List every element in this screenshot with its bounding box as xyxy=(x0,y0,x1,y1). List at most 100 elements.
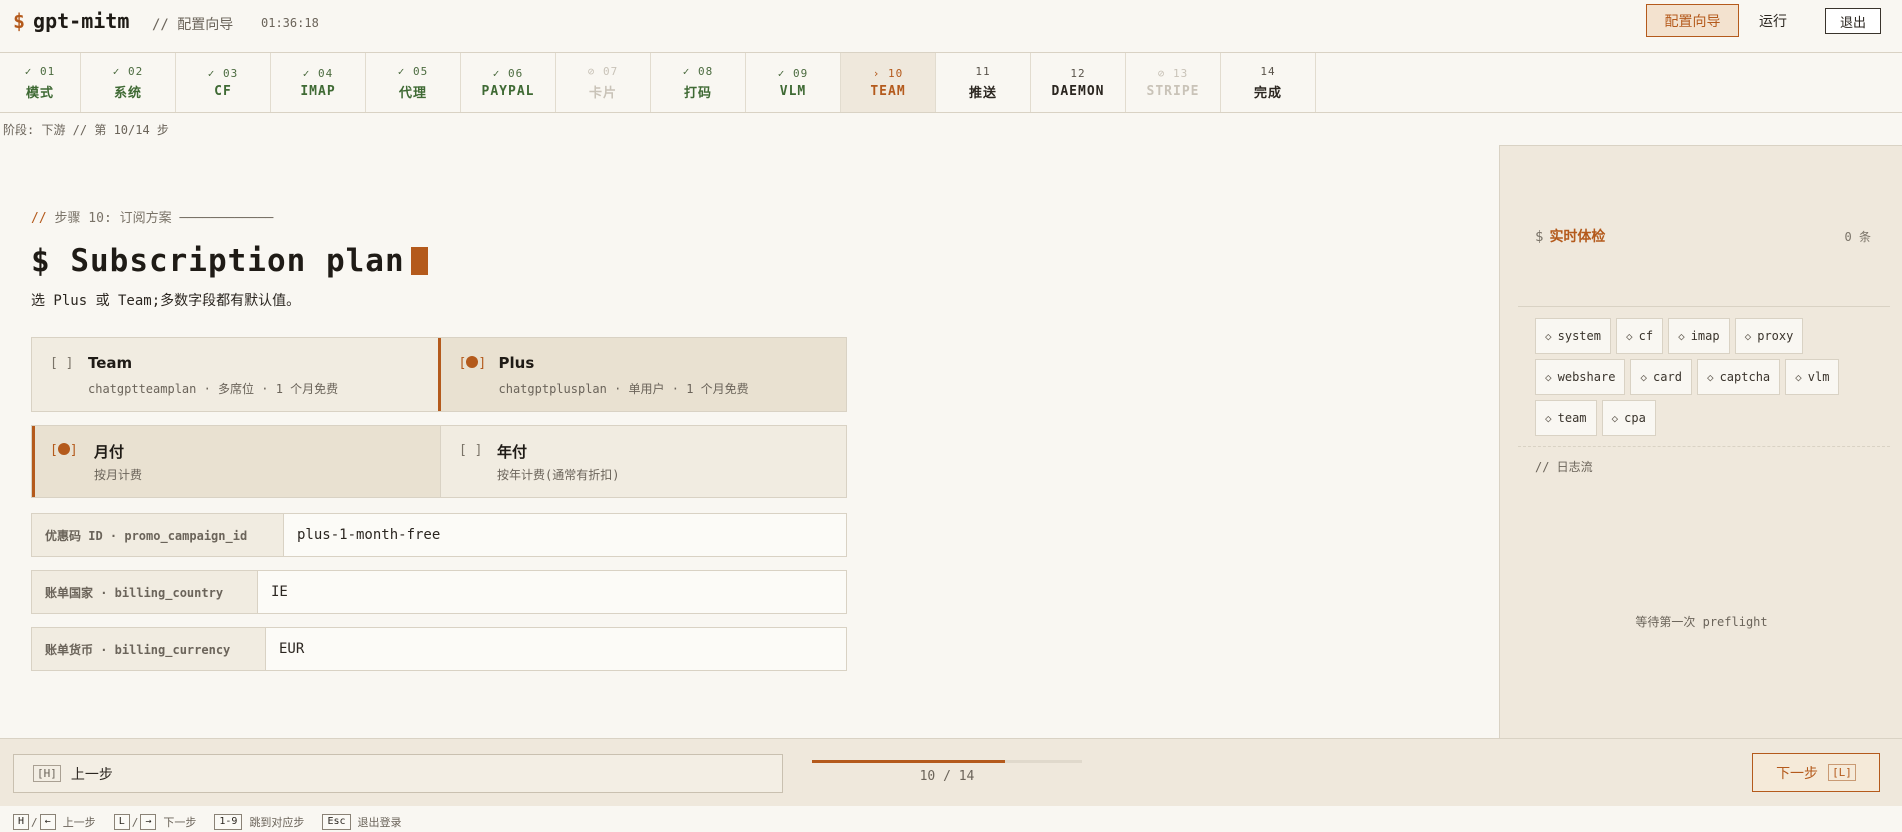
diamond-icon: ◇ xyxy=(1625,329,1633,343)
billing-country-input[interactable]: IE xyxy=(258,571,846,613)
check-chip[interactable]: ◇ imap xyxy=(1668,318,1730,354)
check-chip[interactable]: ◇ system xyxy=(1535,318,1611,354)
diamond-icon: ◇ xyxy=(1795,370,1802,384)
check-chip[interactable]: ◇ vlm xyxy=(1785,359,1840,395)
key-cap: → xyxy=(140,814,157,830)
check-count: 0 条 xyxy=(1844,230,1871,244)
diamond-icon: ◇ xyxy=(1706,370,1714,384)
step-tab-03[interactable]: ✓ 03 CF xyxy=(176,53,271,112)
step-label: TEAM xyxy=(870,83,906,99)
billing-title: 月付 xyxy=(94,443,125,461)
step-tab-13: ⊘ 13 STRIPE xyxy=(1126,53,1221,112)
plan-title: Team xyxy=(88,354,133,372)
plan-description: chatgptplusplan · 单用户 · 1 个月免费 xyxy=(498,382,749,396)
chip-label: proxy xyxy=(1757,329,1794,343)
check-chip[interactable]: ◇ proxy xyxy=(1734,318,1804,354)
chip-label: imap xyxy=(1690,329,1720,343)
health-check-panel: $ 实时体检 0 条 ◇ system ◇ cf ◇ imap ◇ proxy ◇ webs… xyxy=(1499,145,1902,738)
diamond-icon: ◇ xyxy=(1545,370,1552,384)
step-tab-02[interactable]: ✓ 02 系统 xyxy=(81,53,176,112)
key-cap: L xyxy=(113,814,130,830)
step-number: ✓ 02 xyxy=(112,64,144,78)
check-chip[interactable]: ◇ webshare xyxy=(1535,359,1626,395)
shortcut-key: [L] xyxy=(1828,764,1856,781)
step-tab-10[interactable]: › 10 TEAM xyxy=(841,53,936,112)
field-label: 优惠码 ID · promo_campaign_id xyxy=(32,514,284,556)
wizard-nav-button[interactable]: 配置向导 xyxy=(1646,4,1739,37)
radio-bracket: [ xyxy=(50,443,58,458)
page-subtitle: 选 Plus 或 Team;多数字段都有默认值。 xyxy=(31,293,301,309)
plan-option-team[interactable]: [ ] Team chatgptteamplan · 多席位 · 1 个月免费 xyxy=(32,338,438,411)
chip-label: captcha xyxy=(1719,370,1771,384)
billing-option-monthly[interactable]: [] 月付 按月计费 xyxy=(32,426,440,497)
radio-bracket: [ xyxy=(458,356,467,371)
check-chip[interactable]: ◇ card xyxy=(1630,359,1692,395)
plan-selector: [ ] Team chatgptteamplan · 多席位 · 1 个月免费 … xyxy=(31,337,847,412)
diamond-icon: ◇ xyxy=(1611,411,1619,425)
divider xyxy=(1518,306,1890,307)
radio-dot-icon xyxy=(466,356,479,368)
diamond-icon: ◇ xyxy=(1640,370,1648,384)
chip-label: cpa xyxy=(1624,411,1646,425)
check-chip[interactable]: ◇ cpa xyxy=(1601,400,1656,436)
step-tab-07: ⊘ 07 卡片 xyxy=(556,53,651,112)
chip-label: team xyxy=(1557,411,1587,425)
step-tab-14[interactable]: 14 完成 xyxy=(1221,53,1316,112)
step-label: 完成 xyxy=(1253,85,1282,101)
step-number: ✓ 08 xyxy=(682,64,714,78)
plan-title: Plus xyxy=(498,354,535,372)
billing-option-yearly[interactable]: [ ] 年付 按年计费(通常有折扣) xyxy=(440,426,846,497)
step-number: ✓ 09 xyxy=(777,66,809,80)
hint-label: 下一步 xyxy=(163,816,197,829)
step-number: ✓ 01 xyxy=(24,64,56,78)
step-tab-05[interactable]: ✓ 05 代理 xyxy=(366,53,461,112)
check-chips: ◇ system ◇ cf ◇ imap ◇ proxy ◇ webshare ◇ card… xyxy=(1535,318,1875,436)
plan-option-plus[interactable]: [] Plus chatgptplusplan · 单用户 · 1 个月免费 xyxy=(437,338,846,411)
panel-title-text: 实时体检 xyxy=(1549,229,1606,245)
previous-step-button[interactable]: [H] 上一步 xyxy=(13,754,783,793)
divider xyxy=(1518,446,1890,447)
section-slashes: // xyxy=(31,211,47,226)
key-cap: 1-9 xyxy=(214,814,243,830)
top-bar: $ gpt-mitm // 配置向导 01:36:18 配置向导 运行 退出 xyxy=(0,0,1902,53)
billing-description: 按年计费(通常有折扣) xyxy=(497,468,620,482)
step-number: 12 xyxy=(1070,66,1086,80)
section-title: // 步骤 10: 订阅方案 ──────────── xyxy=(31,207,273,226)
billing-cycle-selector: [] 月付 按月计费 [ ] 年付 按年计费(通常有折扣) xyxy=(31,425,847,498)
step-tab-12[interactable]: 12 DAEMON xyxy=(1031,53,1126,112)
step-tab-01[interactable]: ✓ 01 模式 xyxy=(0,53,81,112)
next-step-button[interactable]: 下一步 [L] xyxy=(1752,753,1880,792)
run-nav-button[interactable]: 运行 xyxy=(1745,4,1801,37)
page-title-text: $ Subscription plan xyxy=(31,243,405,279)
diamond-icon: ◇ xyxy=(1744,329,1752,343)
page-title: $ Subscription plan xyxy=(31,243,428,279)
exit-button[interactable]: 退出 xyxy=(1825,8,1881,34)
step-tab-09[interactable]: ✓ 09 VLM xyxy=(746,53,841,112)
hint-label: 退出登录 xyxy=(357,816,402,829)
step-tab-06[interactable]: ✓ 06 PAYPAL xyxy=(461,53,556,112)
promo-campaign-input[interactable]: plus-1-month-free xyxy=(284,514,846,556)
check-chip[interactable]: ◇ cf xyxy=(1615,318,1664,354)
step-label: STRIPE xyxy=(1146,83,1200,99)
key-cap: Esc xyxy=(322,814,351,830)
radio-unchecked: [ ] xyxy=(459,443,483,458)
billing-currency-input[interactable]: EUR xyxy=(266,628,846,670)
app-name: gpt-mitm xyxy=(33,9,130,33)
field-label: 账单货币 · billing_currency xyxy=(32,628,266,670)
step-tab-08[interactable]: ✓ 08 打码 xyxy=(651,53,746,112)
check-chip[interactable]: ◇ team xyxy=(1535,400,1597,436)
step-label: DAEMON xyxy=(1051,83,1105,99)
step-label: VLM xyxy=(779,83,807,99)
hint-label: 跳到对应步 xyxy=(249,816,305,829)
billing-title: 年付 xyxy=(497,443,528,461)
chip-label: webshare xyxy=(1557,370,1616,384)
step-tab-04[interactable]: ✓ 04 IMAP xyxy=(271,53,366,112)
plan-description: chatgptteamplan · 多席位 · 1 个月免费 xyxy=(88,382,339,396)
diamond-icon: ◇ xyxy=(1678,329,1685,343)
step-tab-11[interactable]: 11 推送 xyxy=(936,53,1031,112)
step-label: 模式 xyxy=(25,85,54,101)
step-number: 11 xyxy=(975,64,991,78)
billing-currency-field: 账单货币 · billing_currency EUR xyxy=(31,627,847,671)
check-chip[interactable]: ◇ captcha xyxy=(1696,359,1781,395)
step-label: IMAP xyxy=(300,83,336,99)
